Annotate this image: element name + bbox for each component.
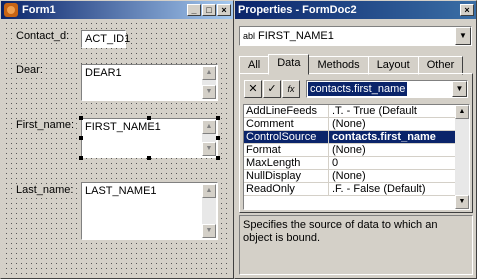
property-value-input[interactable]: contacts.first_name ▼ <box>306 80 468 98</box>
maximize-button[interactable]: □ <box>202 4 216 16</box>
first-name-editbox[interactable]: FIRST_NAME1 ▲ ▼ <box>81 118 218 158</box>
property-row[interactable]: AddLineFeeds .T. - True (Default <box>244 105 469 118</box>
property-row-selected[interactable]: ControlSource contacts.first_name <box>244 131 469 144</box>
dear-label[interactable]: Dear: <box>16 64 43 76</box>
contact-id-field[interactable]: ACT_ID1 <box>81 30 130 48</box>
property-row[interactable]: Comment (None) <box>244 118 469 131</box>
minimize-button[interactable]: _ <box>187 4 201 16</box>
scroll-up-icon[interactable]: ▲ <box>202 120 216 134</box>
close-button[interactable]: × <box>460 4 474 16</box>
close-button[interactable]: × <box>217 4 231 16</box>
property-row[interactable]: NullDisplay (None) <box>244 170 469 183</box>
scroll-up-icon[interactable]: ▲ <box>202 184 216 198</box>
textbox-icon: abl <box>243 31 256 41</box>
dear-field-text: DEAR1 <box>85 67 122 79</box>
object-name: FIRST_NAME1 <box>258 30 334 42</box>
last-name-label[interactable]: Last_name: <box>16 184 74 196</box>
contact-id-label[interactable]: Contact_d: <box>16 30 70 42</box>
first-name-field-text: FIRST_NAME1 <box>85 121 161 133</box>
foxpro-icon <box>4 3 18 17</box>
form-designer-window: Form1 _ □ × Contact_d: ACT_ID1 Dear: DEA… <box>0 0 234 279</box>
property-value: (None) <box>332 118 366 130</box>
scroll-up-icon[interactable]: ▲ <box>455 105 469 119</box>
selection-handle[interactable] <box>147 116 151 120</box>
first-name-label[interactable]: First_name: <box>16 119 75 131</box>
scroll-down-icon[interactable]: ▼ <box>202 142 216 156</box>
selection-handle[interactable] <box>216 136 220 140</box>
properties-titlebar[interactable]: Properties - FormDoc2 × <box>235 1 476 19</box>
property-value-text: contacts.first_name <box>308 82 408 96</box>
property-value: contacts.first_name <box>332 131 436 143</box>
property-tabs: All Data Methods Layout Other <box>239 54 464 75</box>
selection-handle[interactable] <box>79 156 83 160</box>
property-name: NullDisplay <box>244 170 329 182</box>
dear-scrollbar[interactable]: ▲ ▼ <box>202 66 216 99</box>
property-value: (None) <box>332 170 366 182</box>
form-title: Form1 <box>22 4 56 16</box>
selection-handle[interactable] <box>79 116 83 120</box>
last-name-field-text: LAST_NAME1 <box>85 185 157 197</box>
property-name: MaxLength <box>244 157 329 169</box>
scroll-up-icon[interactable]: ▲ <box>202 66 216 80</box>
accept-icon[interactable]: ✓ <box>263 80 281 98</box>
object-selector[interactable]: abl FIRST_NAME1 ▼ <box>239 26 472 46</box>
scroll-down-icon[interactable]: ▼ <box>455 195 469 209</box>
last-name-scrollbar[interactable]: ▲ ▼ <box>202 184 216 238</box>
property-row[interactable]: MaxLength 0 <box>244 157 469 170</box>
property-description: Specifies the source of data to which an… <box>239 215 473 275</box>
property-grid[interactable]: AddLineFeeds .T. - True (Default Comment… <box>243 104 470 210</box>
property-value: .T. - True (Default <box>332 105 417 117</box>
property-value: .F. - False (Default) <box>332 183 426 195</box>
chevron-down-icon[interactable]: ▼ <box>455 27 471 45</box>
selection-handle[interactable] <box>216 156 220 160</box>
form-canvas[interactable]: Contact_d: ACT_ID1 Dear: DEAR1 ▲ ▼ First… <box>4 21 230 277</box>
selection-handle[interactable] <box>216 116 220 120</box>
properties-window: Properties - FormDoc2 × abl FIRST_NAME1 … <box>234 0 477 279</box>
property-value: 0 <box>332 157 339 169</box>
tab-data[interactable]: Data <box>268 54 310 75</box>
first-name-scrollbar[interactable]: ▲ ▼ <box>202 120 216 156</box>
scroll-down-icon[interactable]: ▼ <box>202 85 216 99</box>
property-name: ControlSource <box>244 131 329 143</box>
property-value: (None) <box>332 144 366 156</box>
selection-handle[interactable] <box>147 156 151 160</box>
form-titlebar[interactable]: Form1 _ □ × <box>1 1 233 19</box>
property-row[interactable]: Format (None) <box>244 144 469 157</box>
property-name: Format <box>244 144 329 156</box>
last-name-editbox[interactable]: LAST_NAME1 ▲ ▼ <box>81 182 218 240</box>
scroll-down-icon[interactable]: ▼ <box>202 224 216 238</box>
selection-handle[interactable] <box>79 136 83 140</box>
cancel-icon[interactable]: ✕ <box>244 80 262 98</box>
property-row[interactable]: ReadOnly .F. - False (Default) <box>244 183 469 196</box>
dear-editbox[interactable]: DEAR1 ▲ ▼ <box>81 64 218 101</box>
function-icon[interactable]: fx <box>282 80 300 98</box>
property-name: AddLineFeeds <box>244 105 329 117</box>
property-grid-scrollbar[interactable]: ▲ ▼ <box>455 105 469 209</box>
properties-title: Properties - FormDoc2 <box>238 4 357 16</box>
data-tab-panel: ✕ ✓ fx contacts.first_name ▼ AddLineFeed… <box>239 73 473 213</box>
chevron-down-icon[interactable]: ▼ <box>452 81 467 97</box>
property-name: ReadOnly <box>244 183 329 195</box>
property-name: Comment <box>244 118 329 130</box>
